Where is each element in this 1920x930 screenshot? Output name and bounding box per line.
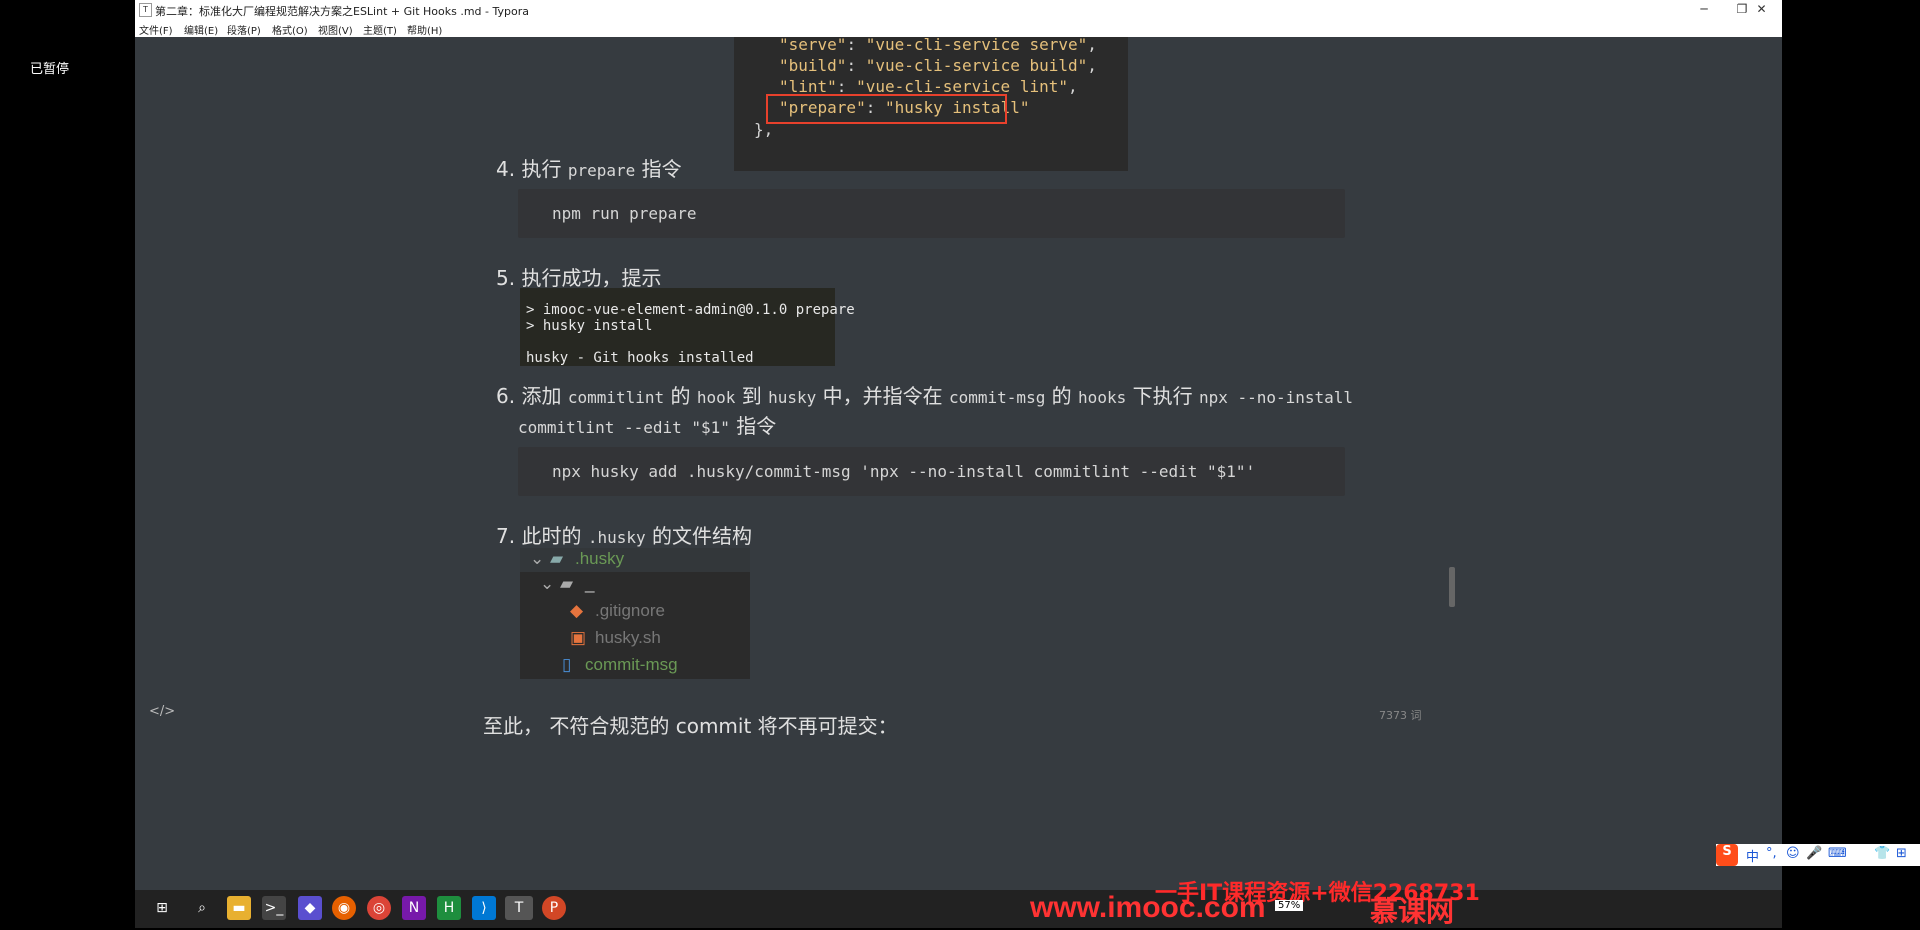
git-app-icon[interactable]: ◆ (298, 896, 322, 920)
windows-start-icon[interactable]: ⊞ (150, 896, 174, 920)
battery-indicator[interactable]: 57% (1275, 900, 1304, 911)
powerpoint-icon[interactable]: P (542, 896, 566, 920)
terminal-line: > imooc-vue-element-admin@0.1.0 prepare (526, 302, 855, 318)
sogou-ime-icon[interactable]: S (1716, 844, 1738, 866)
minimize-button[interactable]: ─ (1685, 0, 1723, 20)
step-6-heading-line2: commitlint --edit "$1" 指令 (518, 414, 777, 438)
chevron-down-icon: ⌄ (530, 549, 545, 568)
windows-taskbar: ⊞ ⌕ ▬ >_ ◆ ◉ ◎ N H ⟩ T P 一手IT课程资源+微信2268… (135, 881, 1782, 928)
highlight-box (766, 94, 1007, 124)
skin-icon[interactable]: 👕 (1874, 846, 1890, 861)
menu-file[interactable]: 文件(F) (139, 22, 173, 37)
watermark-url: www.imooc.com (1030, 891, 1266, 924)
chevron-down-icon: ⌄ (540, 574, 555, 593)
menu-paragraph[interactable]: 段落(P) (227, 22, 261, 37)
terminal-icon: ▣ (570, 628, 587, 647)
paused-indicator: 已暂停 (30, 62, 70, 77)
menu-view[interactable]: 视图(V) (318, 22, 353, 37)
hbuilder-icon[interactable]: H (437, 896, 461, 920)
pkg-line-build: "build": "vue-cli-service build", (779, 56, 1097, 75)
ime-toolbar: S 中 °, ☺ 🎤 ⌨ 👕 ⊞ (1716, 844, 1920, 866)
chrome-icon[interactable]: ◎ (367, 896, 391, 920)
menu-help[interactable]: 帮助(H) (407, 22, 442, 37)
terminal-output-screenshot: > imooc-vue-element-admin@0.1.0 prepare … (520, 288, 855, 366)
package-json-screenshot: "serve": "vue-cli-service serve", "build… (734, 35, 1128, 171)
file-explorer-icon[interactable]: ▬ (227, 896, 251, 920)
file-tree-screenshot: ⌄ ▰ .husky ⌄ ▰ _ ◆ .gitignore ▣ husky.sh… (520, 548, 750, 679)
keyboard-icon[interactable]: ⌨ (1828, 846, 1847, 861)
microphone-icon[interactable]: 🎤 (1806, 846, 1822, 861)
tree-item-commit-msg: commit-msg (585, 655, 678, 674)
ime-lang-toggle[interactable]: 中 (1746, 846, 1759, 865)
step-7-heading: 7. 此时的 .husky 的文件结构 (496, 524, 752, 548)
typora-taskbar-icon[interactable]: T (505, 896, 533, 920)
typora-window: T 第二章：标准化大厂编程规范解决方案之ESLint + Git Hooks .… (135, 0, 1782, 928)
vscode-icon[interactable]: ⟩ (472, 896, 496, 920)
firefox-icon[interactable]: ◉ (332, 896, 356, 920)
watermark-brand: 慕课网 (1370, 895, 1455, 928)
menu-edit[interactable]: 编辑(E) (184, 22, 218, 37)
folder-icon: ▰ (560, 574, 574, 593)
word-count[interactable]: 7373 词 (1379, 707, 1422, 723)
tree-item-husky-sh: husky.sh (595, 628, 661, 647)
file-icon: ▯ (562, 655, 572, 674)
code-block-husky-add[interactable]: npx husky add .husky/commit-msg 'npx --n… (518, 447, 1345, 496)
search-icon[interactable]: ⌕ (190, 896, 214, 920)
window-title: 第二章：标准化大厂编程规范解决方案之ESLint + Git Hooks .md… (155, 5, 529, 18)
code-text: npx husky add .husky/commit-msg 'npx --n… (552, 462, 1256, 481)
pkg-closing-brace: }, (754, 120, 774, 139)
tree-item-gitignore: .gitignore (595, 601, 665, 620)
code-text: npm run prepare (552, 204, 697, 223)
scrollbar-thumb[interactable] (1449, 567, 1455, 607)
title-bar: T 第二章：标准化大厂编程规范解决方案之ESLint + Git Hooks .… (135, 0, 1782, 20)
step-5-heading: 5. 执行成功，提示 (496, 266, 662, 290)
step-4-heading: 4. 执行 prepare 指令 (496, 157, 682, 181)
terminal-line: > husky install (526, 318, 653, 334)
terminal-app-icon[interactable]: >_ (262, 896, 286, 920)
editor-content[interactable]: "serve": "vue-cli-service serve", "build… (135, 35, 1782, 890)
onenote-icon[interactable]: N (402, 896, 426, 920)
ime-menu-icon[interactable]: ⊞ (1896, 846, 1907, 861)
folder-icon: ▰ (550, 549, 564, 568)
typora-logo-icon: T (139, 3, 152, 17)
ime-punct-toggle[interactable]: °, (1766, 846, 1777, 861)
git-icon: ◆ (570, 601, 584, 620)
emoji-icon[interactable]: ☺ (1786, 846, 1800, 861)
source-code-mode-icon[interactable]: </> (149, 704, 175, 719)
step-6-heading-line1: 6. 添加 commitlint 的 hook 到 husky 中，并指令在 c… (496, 384, 1354, 408)
terminal-line: husky - Git hooks installed (526, 350, 754, 366)
tree-item-husky: .husky (575, 549, 625, 568)
tree-item-underscore: _ (585, 574, 595, 593)
code-block-npm-prepare[interactable]: npm run prepare (518, 189, 1345, 238)
pkg-line-serve: "serve": "vue-cli-service serve", (779, 35, 1097, 54)
menu-format[interactable]: 格式(O) (272, 22, 308, 37)
conclusion-text: 至此， 不符合规范的 commit 将不再可提交： (483, 714, 898, 738)
menu-theme[interactable]: 主题(T) (363, 22, 397, 37)
close-button[interactable]: ✕ (1741, 0, 1782, 20)
